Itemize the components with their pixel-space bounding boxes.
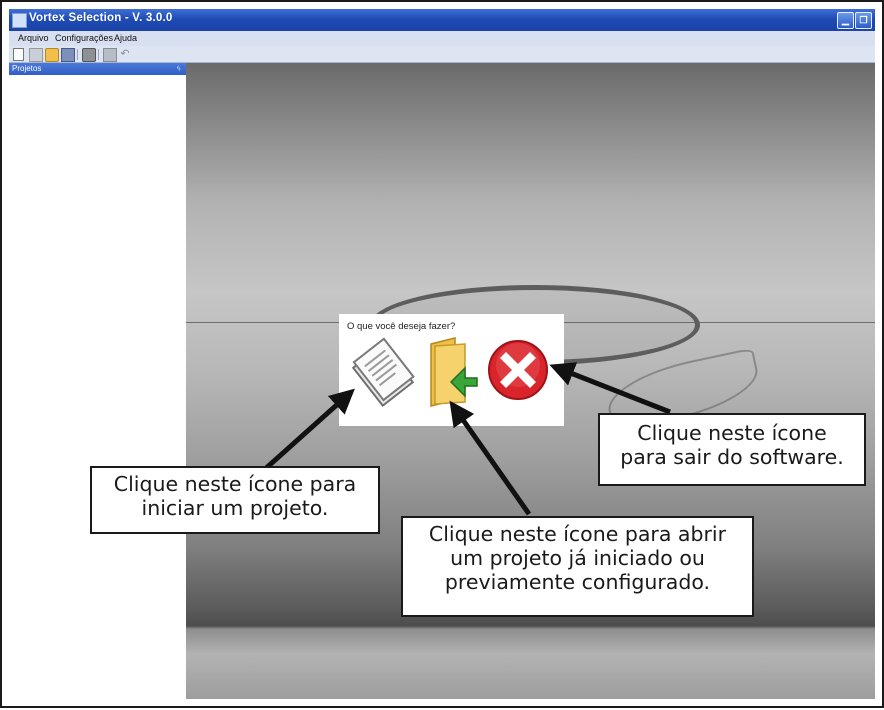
callout-text: iniciar um projeto. <box>141 496 329 521</box>
arrow-to-new-project <box>262 388 355 472</box>
callout-text: previamente configurado. <box>444 570 711 595</box>
arrow-to-open-project <box>449 400 532 516</box>
callout-open-project: Clique neste ícone para abrir um projeto… <box>401 516 754 617</box>
callout-new-project: Clique neste ícone para iniciar um proje… <box>90 466 380 534</box>
callout-text: um projeto já iniciado ou <box>450 546 705 571</box>
callout-text: Clique neste ícone <box>637 421 827 445</box>
callout-exit-software: Clique neste ícone para sair do software… <box>598 413 866 486</box>
arrow-to-exit <box>549 362 671 415</box>
callout-text: para sair do software. <box>620 445 844 470</box>
callout-text: Clique neste ícone para <box>113 472 357 496</box>
callout-text: Clique neste ícone para abrir <box>428 522 727 546</box>
document-frame: Vortex Selection - V. 3.0.0 ▁ ❐ Arquivo … <box>0 0 884 708</box>
